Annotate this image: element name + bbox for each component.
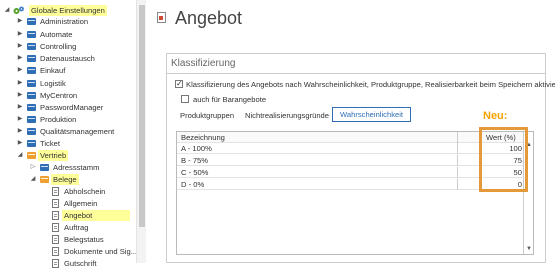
expanded-arrow-icon[interactable]: ◢ bbox=[3, 5, 11, 16]
navigation-tree: ◢ Globale Einstellungen ▶ Administration… bbox=[0, 0, 146, 268]
collapsed-arrow-icon[interactable]: ▶ bbox=[16, 41, 24, 52]
document-icon bbox=[52, 247, 59, 256]
tree-item-label: Belegstatus bbox=[64, 235, 104, 244]
table-row[interactable]: C - 50% 50 bbox=[177, 167, 523, 178]
expanded-arrow-icon[interactable]: ◢ bbox=[29, 174, 37, 185]
tree-item-label: Allgemein bbox=[64, 199, 98, 208]
tab-wahrscheinlichkeit[interactable]: Wahrscheinlichkeit bbox=[332, 107, 412, 122]
classification-checkbox-label: Klassifizierung des Angebots nach Wahrsc… bbox=[186, 80, 555, 89]
tree-item-label: Ticket bbox=[40, 139, 60, 148]
tree-item-label: Administration bbox=[40, 17, 89, 26]
collapsed-arrow-icon[interactable]: ▶ bbox=[16, 126, 24, 137]
tab-nichtrealisierungsgruende[interactable]: Nichtrealisierungsgründe bbox=[245, 111, 329, 120]
tab-produktgruppen[interactable]: Produktgruppen bbox=[180, 111, 234, 120]
table-row[interactable]: B - 75% 75 bbox=[177, 155, 523, 166]
collapsed-arrow-icon[interactable]: ▷ bbox=[29, 162, 37, 173]
column-separator bbox=[457, 132, 458, 143]
table-row[interactable]: D - 0% 0 bbox=[177, 179, 523, 190]
collapsed-arrow-icon[interactable]: ▶ bbox=[16, 29, 24, 40]
table-row[interactable]: A - 100% 100 bbox=[177, 143, 523, 154]
section-divider bbox=[167, 73, 545, 74]
folder-icon bbox=[27, 92, 36, 99]
annotation-highlight-box bbox=[479, 127, 528, 192]
gears-icon bbox=[13, 6, 25, 15]
folder-icon bbox=[27, 18, 36, 25]
tree-item-label: Logistik bbox=[40, 79, 66, 88]
grid-header: Bezeichnung Wert (%) bbox=[177, 132, 523, 143]
expanded-arrow-icon[interactable]: ◢ bbox=[16, 150, 24, 161]
document-icon bbox=[52, 187, 59, 196]
document-icon bbox=[52, 259, 59, 268]
collapsed-arrow-icon[interactable]: ▶ bbox=[16, 65, 24, 76]
tree-item-label: Adressstamm bbox=[53, 163, 100, 172]
tree-item-label: PasswordManager bbox=[40, 103, 104, 112]
tree-item-label: Vertrieb bbox=[38, 150, 69, 161]
folder-icon bbox=[40, 164, 49, 171]
collapsed-arrow-icon[interactable]: ▶ bbox=[16, 78, 24, 89]
scrollbar-thumb[interactable] bbox=[139, 5, 145, 227]
tree-item-label: Abholschein bbox=[64, 187, 106, 196]
tree-item-angebot[interactable]: Angebot bbox=[52, 210, 130, 221]
document-icon bbox=[52, 199, 59, 208]
tree-item-label: Dokumente und Sig... bbox=[64, 247, 138, 256]
document-icon bbox=[52, 235, 59, 244]
barangebote-checkbox-label: auch für Barangebote bbox=[193, 95, 267, 104]
classification-checkbox[interactable]: ✓ bbox=[175, 80, 183, 88]
tree-item-label: Belege bbox=[51, 174, 79, 185]
folder-icon bbox=[27, 128, 36, 135]
folder-icon bbox=[27, 80, 36, 87]
cell-bezeichnung[interactable]: A - 100% bbox=[181, 143, 212, 154]
column-separator bbox=[457, 179, 458, 190]
tree-item-label: Automate bbox=[40, 30, 73, 39]
document-icon bbox=[52, 211, 59, 220]
folder-icon bbox=[27, 140, 36, 147]
tree-item-label: Qualitätsmanagement bbox=[40, 127, 115, 136]
column-separator bbox=[457, 155, 458, 166]
tree-item-label: Datenaustausch bbox=[40, 54, 95, 63]
collapsed-arrow-icon[interactable]: ▶ bbox=[16, 102, 24, 113]
column-header-bezeichnung[interactable]: Bezeichnung bbox=[181, 132, 225, 143]
folder-icon bbox=[27, 152, 36, 159]
column-separator bbox=[457, 143, 458, 154]
collapsed-arrow-icon[interactable]: ▶ bbox=[16, 138, 24, 149]
folder-icon bbox=[27, 55, 36, 62]
cell-bezeichnung[interactable]: D - 0% bbox=[181, 179, 204, 190]
tree-item-label: Gutschrift bbox=[64, 259, 97, 268]
folder-icon bbox=[27, 31, 36, 38]
collapsed-arrow-icon[interactable]: ▶ bbox=[16, 90, 24, 101]
collapsed-arrow-icon[interactable]: ▶ bbox=[16, 53, 24, 64]
tree-item-label: Globale Einstellungen bbox=[29, 5, 107, 16]
page-title: Angebot bbox=[175, 8, 243, 28]
annotation-label: Neu: bbox=[483, 110, 508, 122]
barangebote-checkbox[interactable] bbox=[181, 95, 189, 103]
tree-item-label: Controlling bbox=[40, 42, 77, 51]
tree-item-label: Auftrag bbox=[64, 223, 89, 232]
cell-bezeichnung[interactable]: C - 50% bbox=[181, 167, 208, 178]
column-separator bbox=[457, 167, 458, 178]
collapsed-arrow-icon[interactable]: ▶ bbox=[16, 16, 24, 27]
document-icon bbox=[157, 12, 166, 23]
collapsed-arrow-icon[interactable]: ▶ bbox=[16, 114, 24, 125]
tree-item-label: Angebot bbox=[62, 210, 130, 221]
folder-icon bbox=[27, 104, 36, 111]
tree-item-label: MyCentron bbox=[40, 91, 78, 100]
folder-icon bbox=[27, 67, 36, 74]
scroll-down-arrow-icon[interactable]: ▼ bbox=[526, 246, 532, 252]
document-icon bbox=[52, 223, 59, 232]
folder-icon bbox=[40, 176, 49, 183]
sidebar-scrollbar[interactable] bbox=[136, 0, 146, 263]
section-title: Klassifizierung bbox=[171, 58, 236, 69]
cell-bezeichnung[interactable]: B - 75% bbox=[181, 155, 208, 166]
tree-item-label: Produktion bbox=[40, 115, 77, 124]
folder-icon bbox=[27, 43, 36, 50]
tree-item-label: Einkauf bbox=[40, 66, 66, 75]
folder-icon bbox=[27, 116, 36, 123]
